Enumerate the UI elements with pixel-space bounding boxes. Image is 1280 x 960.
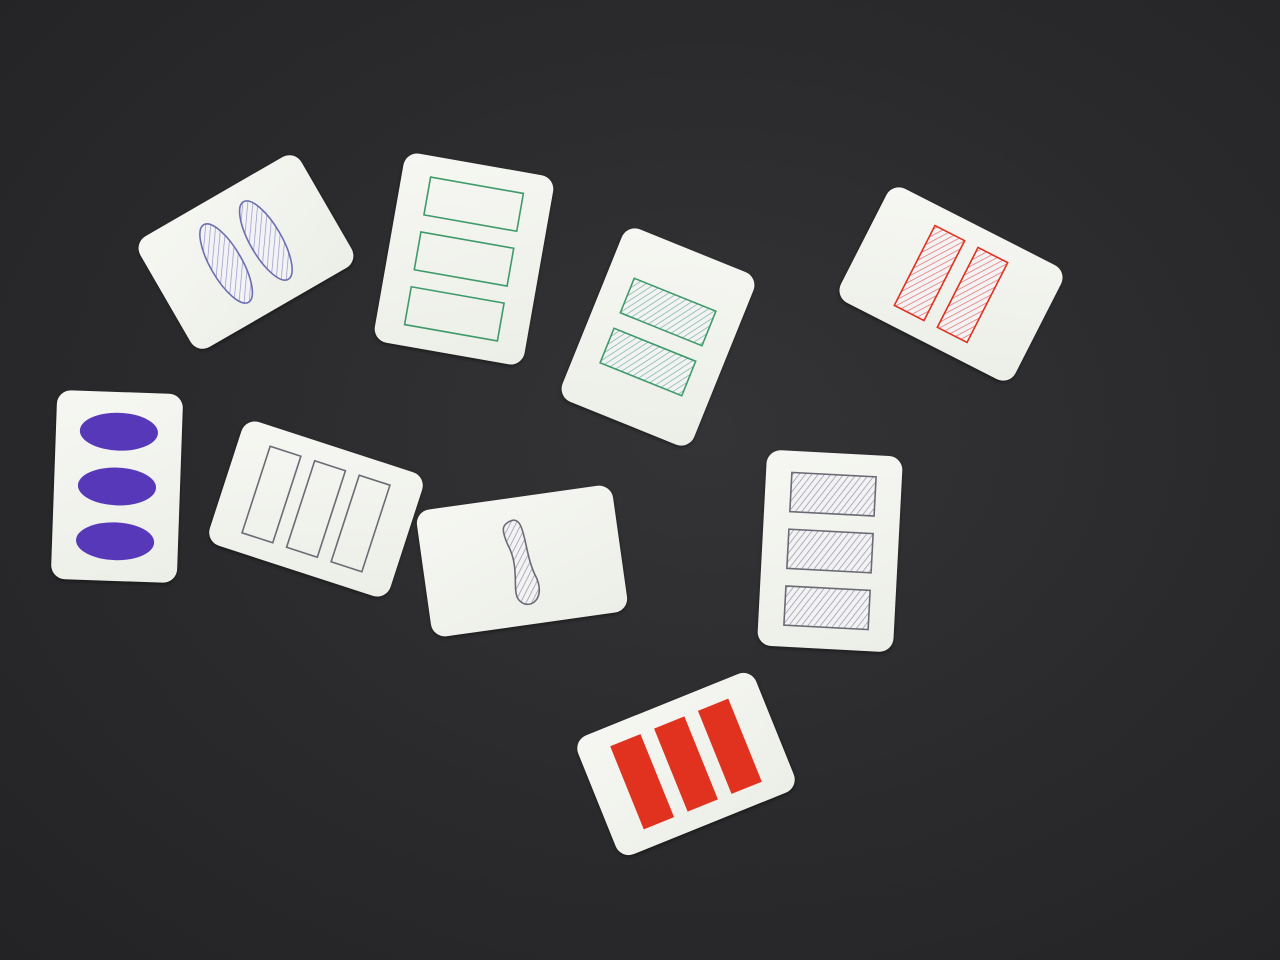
card-symbols bbox=[241, 445, 391, 573]
rectangle-symbol bbox=[619, 277, 717, 347]
card-two-rect-green-striped[interactable] bbox=[557, 224, 759, 450]
card-one-squiggle-gray-striped[interactable] bbox=[415, 483, 629, 639]
card-symbols bbox=[783, 471, 877, 631]
oval-symbol bbox=[77, 467, 157, 506]
card-two-rect-red-striped[interactable] bbox=[834, 182, 1068, 386]
card-symbols bbox=[502, 519, 541, 606]
rectangle-symbol bbox=[599, 327, 697, 397]
card-symbols bbox=[76, 412, 158, 561]
rectangle-symbol bbox=[783, 585, 871, 631]
card-three-rect-gray-striped[interactable] bbox=[756, 449, 904, 653]
card-three-oval-purple-solid[interactable] bbox=[50, 389, 184, 584]
card-symbols bbox=[599, 277, 717, 397]
card-three-rect-gray-open[interactable] bbox=[205, 417, 427, 601]
oval-symbol bbox=[79, 412, 158, 451]
rectangle-symbol bbox=[413, 230, 515, 288]
card-symbols bbox=[893, 224, 1009, 344]
rectangle-symbol bbox=[423, 176, 525, 233]
card-symbols bbox=[610, 698, 762, 830]
card-symbols bbox=[199, 200, 293, 304]
oval-symbol bbox=[76, 522, 155, 561]
game-table bbox=[0, 0, 1280, 960]
rectangle-symbol bbox=[786, 528, 874, 574]
squiggle-symbol bbox=[502, 519, 541, 606]
card-three-rect-red-solid[interactable] bbox=[573, 668, 799, 860]
card-three-rect-green-open[interactable] bbox=[372, 151, 556, 367]
card-two-oval-purple-striped[interactable] bbox=[133, 150, 359, 354]
rectangle-symbol bbox=[789, 471, 877, 517]
card-symbols bbox=[403, 176, 525, 342]
rectangle-symbol bbox=[403, 285, 505, 342]
